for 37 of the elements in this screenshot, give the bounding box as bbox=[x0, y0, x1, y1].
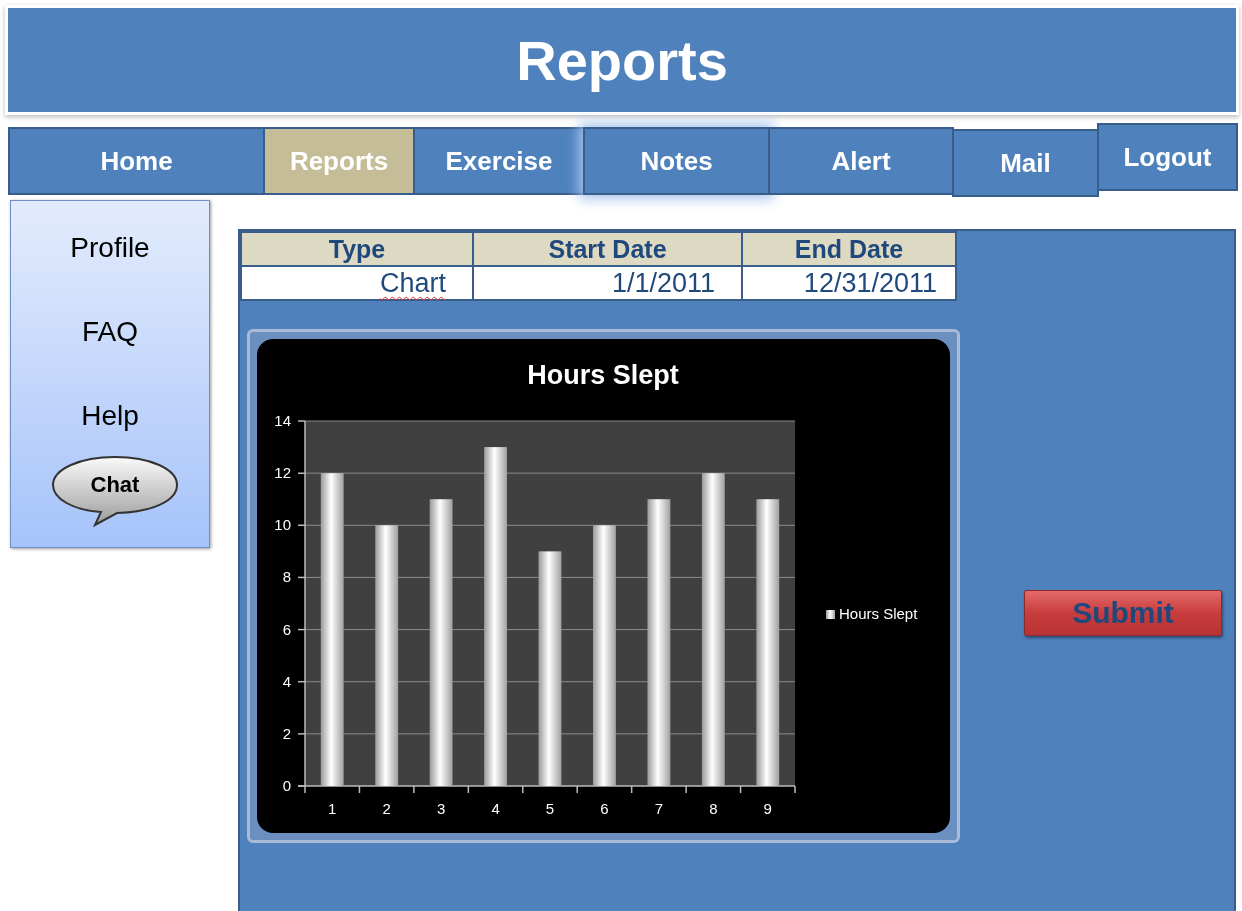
axis-tick-label: 10 bbox=[274, 516, 291, 534]
axis-tick-label: 4 bbox=[282, 672, 291, 690]
axis-tick-label: 8 bbox=[282, 568, 291, 586]
nav-tab[interactable]: Home bbox=[8, 127, 265, 195]
axis-tick-label: 2 bbox=[282, 724, 291, 742]
column-header: Start Date bbox=[474, 233, 741, 265]
axis-tick-label: 1 bbox=[328, 800, 337, 817]
sidebar-link[interactable]: Profile bbox=[70, 231, 150, 265]
nav-tab[interactable]: Exercise bbox=[413, 127, 585, 195]
axis-tick-label: 9 bbox=[763, 800, 772, 817]
axis-tick-label: 2 bbox=[382, 800, 391, 817]
table-cell: Chart bbox=[242, 267, 472, 299]
table-cell: 1/1/2011 bbox=[474, 267, 741, 299]
chat-bubble-button[interactable]: Chat bbox=[50, 455, 180, 527]
legend-swatch-icon bbox=[826, 610, 835, 619]
column-header: End Date bbox=[743, 233, 955, 265]
axis-tick-label: 5 bbox=[545, 800, 555, 817]
axis-tick-label: 8 bbox=[709, 800, 718, 817]
sidebar-link[interactable]: FAQ bbox=[82, 315, 138, 349]
page-title: Reports bbox=[516, 27, 728, 93]
axis-tick-label: 7 bbox=[654, 800, 664, 817]
legend-label: Hours Slept bbox=[839, 605, 918, 622]
table-cell: 12/31/2011 bbox=[743, 267, 955, 299]
sidebar-link[interactable]: Help bbox=[81, 399, 139, 433]
axis-tick-label: 3 bbox=[436, 800, 446, 817]
nav-tab[interactable]: Mail bbox=[952, 129, 1099, 197]
nav-tab[interactable]: Alert bbox=[768, 127, 954, 195]
chart-title: Hours Slept bbox=[527, 360, 679, 390]
axis-tick-label: 14 bbox=[274, 412, 291, 429]
axis-tick-label: 6 bbox=[282, 620, 291, 638]
nav-tab[interactable]: Notes bbox=[583, 127, 770, 195]
axis-tick-label: 0 bbox=[282, 777, 291, 794]
axis-tick-label: 12 bbox=[274, 464, 291, 482]
axis-tick-label: 4 bbox=[491, 800, 500, 817]
axis-tick-label: 6 bbox=[600, 800, 609, 817]
column-header: Type bbox=[242, 233, 472, 265]
nav-tab[interactable]: Logout bbox=[1097, 123, 1238, 191]
